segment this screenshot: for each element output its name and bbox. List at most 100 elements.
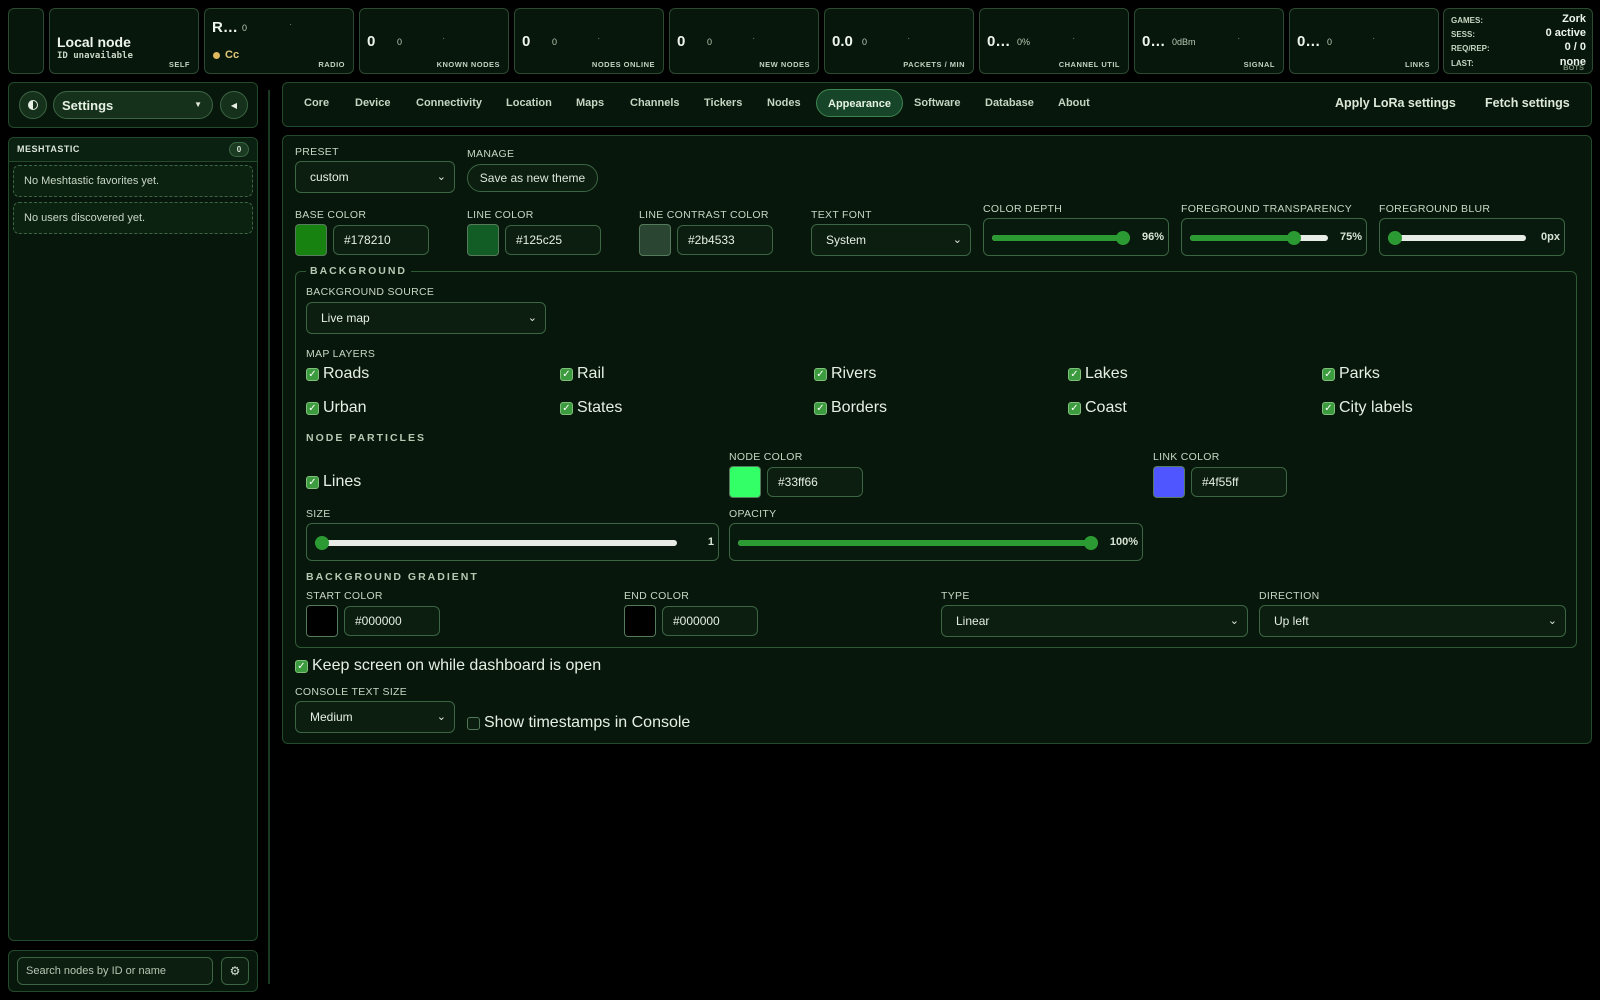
fg-blur-slider[interactable] bbox=[1388, 231, 1526, 245]
tab-core[interactable]: Core bbox=[293, 89, 340, 117]
search-input[interactable]: Search nodes by ID or name bbox=[17, 957, 213, 985]
end-color-swatch[interactable] bbox=[624, 605, 656, 637]
layer-borders-checkbox[interactable]: ✓ Borders bbox=[814, 399, 887, 417]
self-card: Local node ID unavailable SELF bbox=[49, 8, 199, 74]
end-color-input[interactable]: #000000 bbox=[662, 606, 758, 636]
keep-screen-checkbox[interactable]: ✓ Keep screen on while dashboard is open bbox=[295, 657, 601, 675]
base-color-swatch[interactable] bbox=[295, 224, 327, 256]
chevron-down-icon: ⌄ bbox=[436, 171, 446, 183]
text-font-select[interactable]: System ⌄ bbox=[811, 224, 971, 256]
theme-toggle-button[interactable] bbox=[19, 91, 47, 119]
tab-about[interactable]: About bbox=[1047, 89, 1101, 117]
packets-value: 0.0 bbox=[832, 33, 853, 50]
nodes-online-card: 0 0 · NODES ONLINE bbox=[514, 8, 664, 74]
games-key: GAMES: bbox=[1451, 16, 1483, 25]
node-color-swatch[interactable] bbox=[729, 466, 761, 498]
tab-connectivity[interactable]: Connectivity bbox=[405, 89, 493, 117]
size-slider[interactable] bbox=[315, 536, 677, 550]
layer-rivers-checkbox[interactable]: ✓ Rivers bbox=[814, 365, 876, 383]
links-value: 0… bbox=[1297, 33, 1321, 50]
layer-lakes-checkbox[interactable]: ✓ Lakes bbox=[1068, 365, 1128, 383]
line-color-label: LINE COLOR bbox=[467, 209, 534, 221]
signal-label: SIGNAL bbox=[1243, 60, 1275, 69]
tab-channels[interactable]: Channels bbox=[619, 89, 691, 117]
favorites-empty: No Meshtastic favorites yet. bbox=[13, 165, 253, 197]
links-label: LINKS bbox=[1405, 60, 1430, 69]
tab-tickers[interactable]: Tickers bbox=[693, 89, 753, 117]
base-color-input[interactable]: #178210 bbox=[333, 225, 429, 255]
layer-city-labels-checkbox[interactable]: ✓ City labels bbox=[1322, 399, 1413, 417]
save-theme-button[interactable]: Save as new theme bbox=[467, 164, 598, 192]
signal-card: 0… 0dBm · SIGNAL bbox=[1134, 8, 1284, 74]
color-depth-slider[interactable] bbox=[992, 231, 1130, 245]
color-depth-value: 96% bbox=[1141, 231, 1164, 243]
console-size-select[interactable]: Medium ⌄ bbox=[295, 701, 455, 733]
fg-transparency-slider[interactable] bbox=[1190, 231, 1328, 245]
start-color-input[interactable]: #000000 bbox=[344, 606, 440, 636]
checkmark-icon: ✓ bbox=[306, 475, 319, 489]
preset-label: PRESET bbox=[295, 146, 339, 158]
layer-urban-checkbox[interactable]: ✓ Urban bbox=[306, 399, 367, 417]
layer-roads-checkbox[interactable]: ✓ Roads bbox=[306, 365, 369, 383]
tab-database[interactable]: Database bbox=[974, 89, 1045, 117]
link-color-input[interactable]: #4f55ff bbox=[1191, 467, 1287, 497]
gradient-direction-select[interactable]: Up left ⌄ bbox=[1259, 605, 1566, 637]
layer-coast-checkbox[interactable]: ✓ Coast bbox=[1068, 399, 1127, 417]
search-settings-button[interactable]: ⚙ bbox=[221, 957, 249, 985]
radio-value: R… bbox=[212, 19, 238, 36]
sidebar-divider[interactable] bbox=[268, 90, 270, 984]
layer-states-checkbox[interactable]: ✓ States bbox=[560, 399, 622, 417]
tab-software[interactable]: Software bbox=[903, 89, 971, 117]
preset-select[interactable]: custom ⌄ bbox=[295, 161, 455, 193]
layer-rail-checkbox[interactable]: ✓ Rail bbox=[560, 365, 605, 383]
line-contrast-input[interactable]: #2b4533 bbox=[677, 225, 773, 255]
background-gradient-title: BACKGROUND GRADIENT bbox=[306, 571, 479, 583]
sess-value: 0 active bbox=[1545, 27, 1586, 39]
node-particles-title: NODE PARTICLES bbox=[306, 432, 426, 444]
fg-blur-label: FOREGROUND BLUR bbox=[1379, 203, 1491, 215]
line-color-swatch[interactable] bbox=[467, 224, 499, 256]
start-color-swatch[interactable] bbox=[306, 605, 338, 637]
checkmark-icon: ✓ bbox=[560, 367, 573, 381]
known-nodes-value: 0 bbox=[367, 33, 376, 50]
menu-card[interactable] bbox=[8, 8, 44, 74]
tab-location[interactable]: Location bbox=[495, 89, 563, 117]
background-source-select[interactable]: Live map ⌄ bbox=[306, 302, 546, 334]
apply-lora-button[interactable]: Apply LoRa settings bbox=[1335, 96, 1456, 110]
layer-parks-checkbox[interactable]: ✓ Parks bbox=[1322, 365, 1380, 383]
tab-nodes[interactable]: Nodes bbox=[756, 89, 812, 117]
gradient-type-select[interactable]: Linear ⌄ bbox=[941, 605, 1248, 637]
radio-status: Cc bbox=[213, 49, 239, 61]
signal-mini: 0dBm bbox=[1172, 37, 1196, 47]
nodes-online-label: NODES ONLINE bbox=[591, 60, 655, 69]
tab-appearance[interactable]: Appearance bbox=[816, 89, 903, 117]
self-label: SELF bbox=[168, 60, 190, 69]
chevron-down-icon: ⌄ bbox=[436, 711, 446, 723]
sidebar-search-bar: Search nodes by ID or name ⚙ bbox=[8, 950, 258, 992]
opacity-slider[interactable] bbox=[738, 536, 1098, 550]
lines-checkbox[interactable]: ✓ Lines bbox=[306, 473, 361, 491]
nodes-online-mini: 0 bbox=[552, 37, 558, 47]
links-card: 0… 0 · LINKS bbox=[1289, 8, 1439, 74]
link-color-swatch[interactable] bbox=[1153, 466, 1185, 498]
tab-maps[interactable]: Maps bbox=[565, 89, 615, 117]
collapse-sidebar-button[interactable]: ◀ bbox=[220, 91, 248, 119]
tab-device[interactable]: Device bbox=[344, 89, 401, 117]
checkmark-icon: ✓ bbox=[1322, 401, 1335, 415]
self-title: Local node bbox=[57, 34, 131, 50]
line-color-input[interactable]: #125c25 bbox=[505, 225, 601, 255]
checkmark-icon: ✓ bbox=[1322, 367, 1335, 381]
opacity-label: OPACITY bbox=[729, 508, 777, 520]
node-color-input[interactable]: #33ff66 bbox=[767, 467, 863, 497]
channel-util-card: 0… 0% · CHANNEL UTIL bbox=[979, 8, 1129, 74]
fg-transparency-label: FOREGROUND TRANSPARENCY bbox=[1181, 203, 1353, 215]
gear-icon: ⚙ bbox=[229, 964, 241, 978]
opacity-value: 100% bbox=[1109, 536, 1138, 548]
chevron-down-icon: ⌄ bbox=[1547, 615, 1557, 627]
view-select[interactable]: Settings ▼ bbox=[53, 91, 213, 119]
radio-label: RADIO bbox=[318, 60, 345, 69]
line-contrast-swatch[interactable] bbox=[639, 224, 671, 256]
start-color-label: START COLOR bbox=[306, 590, 383, 602]
show-timestamps-checkbox[interactable]: Show timestamps in Console bbox=[467, 714, 690, 732]
fetch-settings-button[interactable]: Fetch settings bbox=[1485, 96, 1570, 110]
